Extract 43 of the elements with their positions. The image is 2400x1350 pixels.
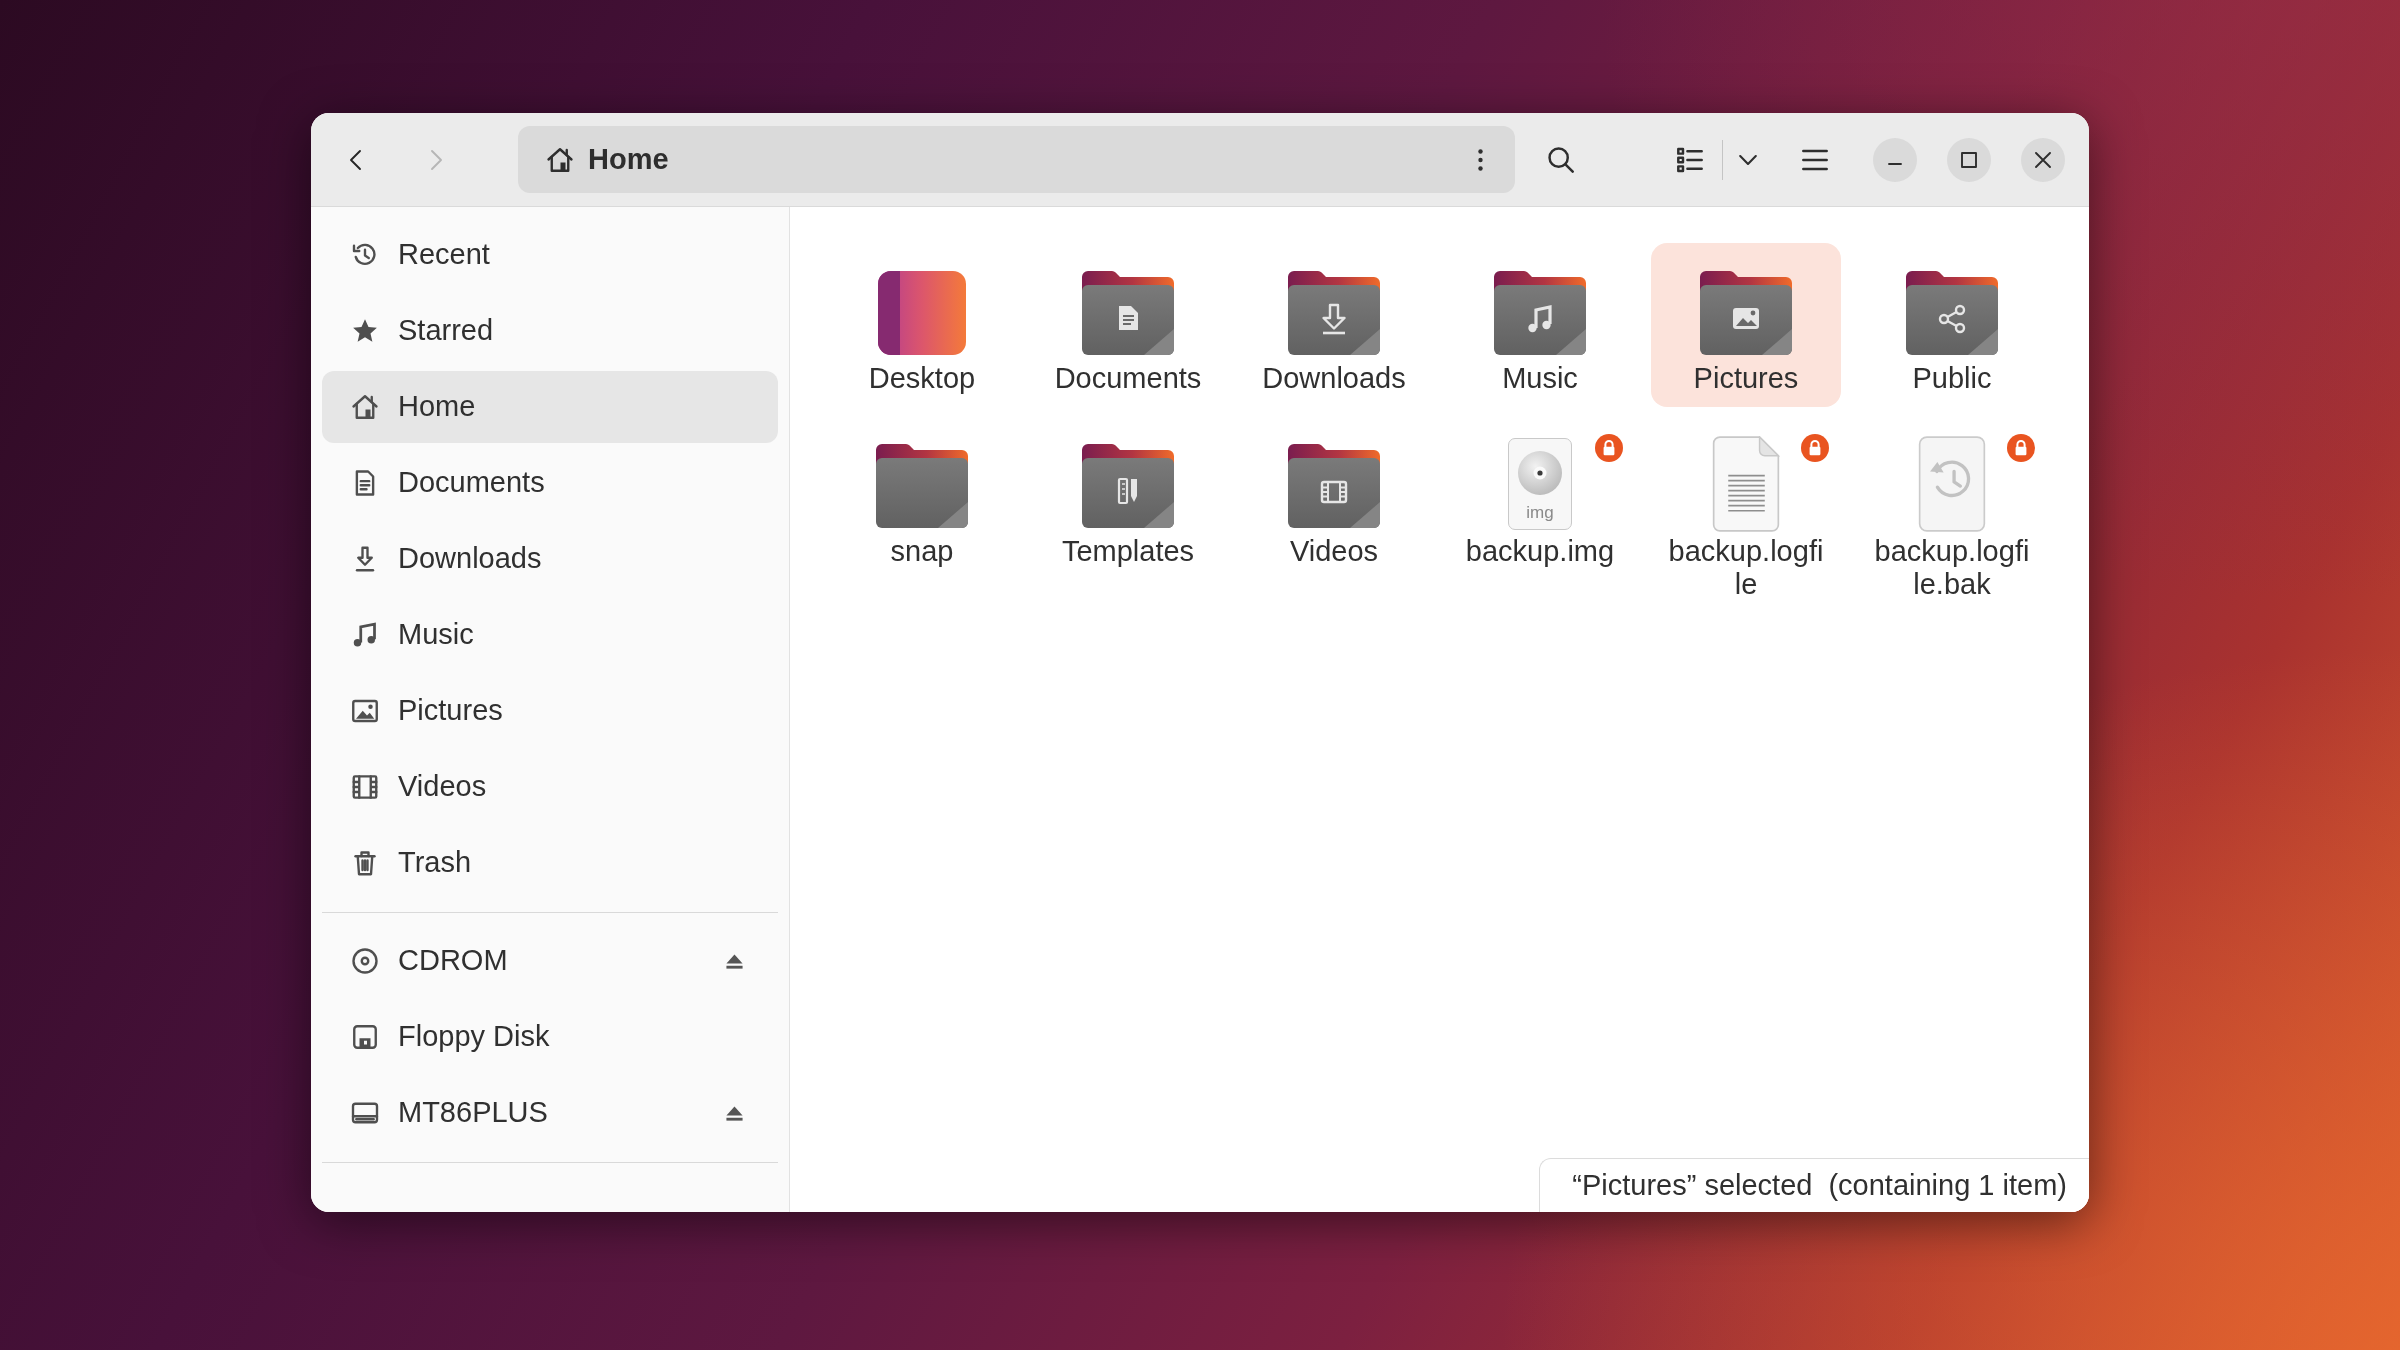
maximize-icon: [1961, 151, 1977, 168]
eject-icon: [724, 1103, 744, 1123]
sidebar-item[interactable]: Starred: [322, 295, 778, 367]
selection-status-text: “Pictures” selected: [1572, 1167, 1813, 1203]
sidebar-item[interactable]: Recent: [322, 219, 778, 291]
sidebar-item[interactable]: Floppy Disk: [322, 1001, 778, 1073]
file-item[interactable]: img backup.img: [1445, 416, 1635, 580]
film-icon: [350, 772, 380, 802]
list-view-icon: [1677, 146, 1703, 173]
file-item[interactable]: backup.logfile: [1651, 416, 1841, 613]
maximize-button[interactable]: [1947, 137, 1991, 182]
file-item[interactable]: Documents: [1033, 243, 1223, 407]
sidebar-item[interactable]: Home: [322, 371, 778, 443]
eject-icon: [724, 951, 744, 971]
sidebar-item[interactable]: Documents: [322, 447, 778, 519]
file-item[interactable]: Templates: [1033, 416, 1223, 580]
close-button[interactable]: [2021, 137, 2065, 182]
minimize-icon: [1888, 162, 1902, 165]
home-icon: [350, 392, 380, 422]
item-count-text: (containing 1 item): [1828, 1167, 2067, 1203]
file-item[interactable]: Pictures: [1651, 243, 1841, 407]
caret-down-icon: [1739, 154, 1757, 165]
file-item[interactable]: Downloads: [1239, 243, 1429, 407]
sidebar-item[interactable]: Downloads: [322, 523, 778, 595]
search-icon: [1548, 146, 1574, 173]
file-type-label: img: [1526, 504, 1554, 521]
file-item[interactable]: snap: [827, 416, 1017, 580]
sidebar-item[interactable]: Pictures: [322, 675, 778, 747]
path-segment-button[interactable]: Home: [535, 133, 679, 186]
sidebar-item[interactable]: MT86PLUS: [322, 1077, 778, 1149]
file-item[interactable]: backup.logfile.bak: [1857, 416, 2047, 613]
sidebar-item[interactable]: Videos: [322, 751, 778, 823]
file-item[interactable]: Videos: [1239, 416, 1429, 580]
file-item[interactable]: Public: [1857, 243, 2047, 407]
sidebar-item[interactable]: Trash: [322, 827, 778, 899]
kebab-menu-icon: [1477, 148, 1483, 171]
sidebar-item[interactable]: Music: [322, 599, 778, 671]
disc-icon: [1518, 451, 1562, 495]
file-item[interactable]: Music: [1445, 243, 1635, 407]
disc-icon: [350, 946, 380, 976]
file-item[interactable]: Desktop: [827, 243, 1017, 407]
close-icon: [2035, 151, 2051, 168]
sidebar-item[interactable]: CDROM: [322, 925, 778, 997]
